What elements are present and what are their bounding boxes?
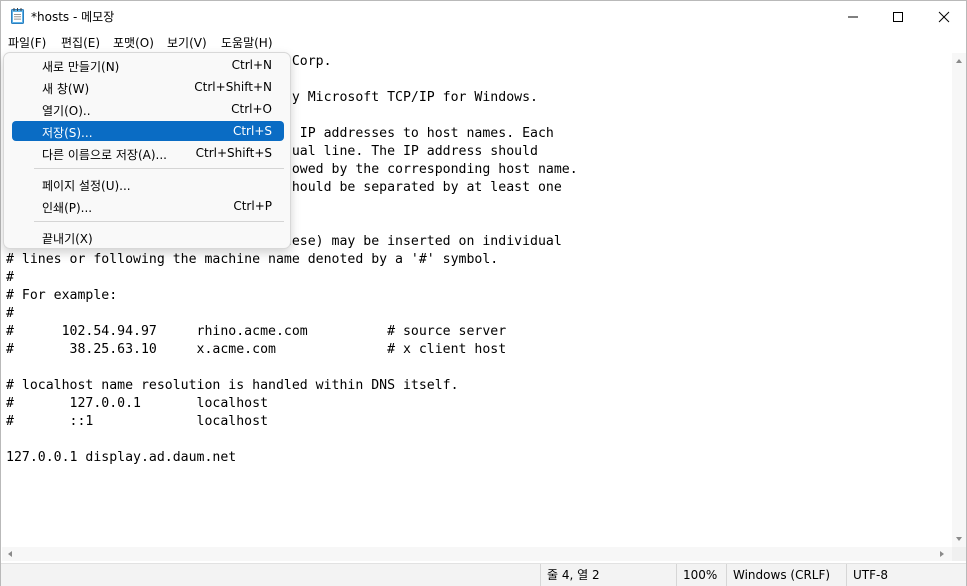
file-menu-dropdown: 새로 만들기(N) Ctrl+N 새 창(W) Ctrl+Shift+N 열기(… [3,52,291,249]
menu-item-label: 끝내기(X) [42,232,93,246]
minimize-icon [848,16,858,17]
menu-view[interactable]: 보기(V) [167,34,207,51]
close-button[interactable] [921,1,967,32]
notepad-window: *hosts - 메모장 파일(F) 편집(E) 포맷(O) 보기(V) 도움말… [0,0,967,586]
menu-item-label: 인쇄(P)... [42,201,93,215]
menu-item-save[interactable]: 저장(S)... Ctrl+S [12,121,284,141]
line-ending: Windows (CRLF) [726,564,846,586]
editor-line: # lines or following the machine name de… [6,252,499,267]
menu-item-label: 열기(O).. [42,104,91,118]
menu-item-save-as[interactable]: 다른 이름으로 저장(A)... Ctrl+Shift+S [12,143,284,163]
menu-item-label: 새로 만들기(N) [42,60,120,74]
menu-item-label: 새 창(W) [42,82,90,96]
scroll-down-arrow-icon[interactable] [956,537,962,541]
editor-line: # ::1 localhost [6,414,269,429]
encoding: UTF-8 [846,564,966,586]
menu-bar: 파일(F) 편집(E) 포맷(O) 보기(V) 도움말(H) [1,32,966,53]
menu-separator [34,168,284,169]
close-icon [938,11,950,22]
menu-item-new[interactable]: 새로 만들기(N) Ctrl+N [12,55,284,75]
editor-line: # 102.54.94.97 rhino.acme.com # source s… [6,324,507,339]
menu-item-shortcut: Ctrl+S [232,124,272,138]
editor-line: # 127.0.0.1 localhost [6,396,269,411]
maximize-icon [893,11,903,22]
menu-separator [34,221,284,222]
vertical-scrollbar[interactable] [952,53,966,547]
menu-item-shortcut: Ctrl+Shift+S [195,146,272,160]
menu-edit[interactable]: 편집(E) [61,34,100,51]
scroll-left-arrow-icon[interactable] [8,551,12,557]
menu-item-open[interactable]: 열기(O).. Ctrl+O [12,99,284,119]
menu-format[interactable]: 포맷(O) [113,34,154,51]
menu-item-new-window[interactable]: 새 창(W) Ctrl+Shift+N [12,77,284,97]
minimize-button[interactable] [830,1,876,32]
menu-item-label: 저장(S)... [42,126,93,140]
menu-item-shortcut: Ctrl+Shift+N [194,80,272,94]
editor-line: # [6,270,14,285]
menu-item-shortcut: Ctrl+N [231,58,272,72]
window-title: *hosts - 메모장 [31,10,115,24]
menu-item-shortcut: Ctrl+O [231,102,272,116]
notepad-icon [11,8,24,24]
editor-line: # 38.25.63.10 x.acme.com # x client host [6,342,507,357]
status-bar: 줄 4, 열 2 100% Windows (CRLF) UTF-8 [1,563,966,586]
scroll-up-arrow-icon[interactable] [956,59,962,63]
scrollbar-corner [952,547,966,561]
menu-item-exit[interactable]: 끝내기(X) [12,227,284,247]
editor-line: # localhost name resolution is handled w… [6,378,459,393]
cursor-position: 줄 4, 열 2 [540,564,676,586]
menu-help[interactable]: 도움말(H) [221,34,273,51]
menu-item-label: 다른 이름으로 저장(A)... [42,148,167,162]
scroll-right-arrow-icon[interactable] [940,551,944,557]
maximize-button[interactable] [875,1,921,32]
menu-item-shortcut: Ctrl+P [233,199,272,213]
title-bar[interactable]: *hosts - 메모장 [1,1,966,32]
menu-file[interactable]: 파일(F) [8,34,46,51]
editor-line: 127.0.0.1 display.ad.daum.net [6,450,237,465]
menu-item-label: 페이지 설정(U)... [42,179,131,193]
editor-line: # [6,306,14,321]
zoom-level: 100% [676,564,726,586]
menu-item-page-setup[interactable]: 페이지 설정(U)... [12,174,284,194]
horizontal-scrollbar[interactable] [2,547,952,561]
menu-item-print[interactable]: 인쇄(P)... Ctrl+P [12,196,284,216]
editor-line: # For example: [6,288,118,303]
